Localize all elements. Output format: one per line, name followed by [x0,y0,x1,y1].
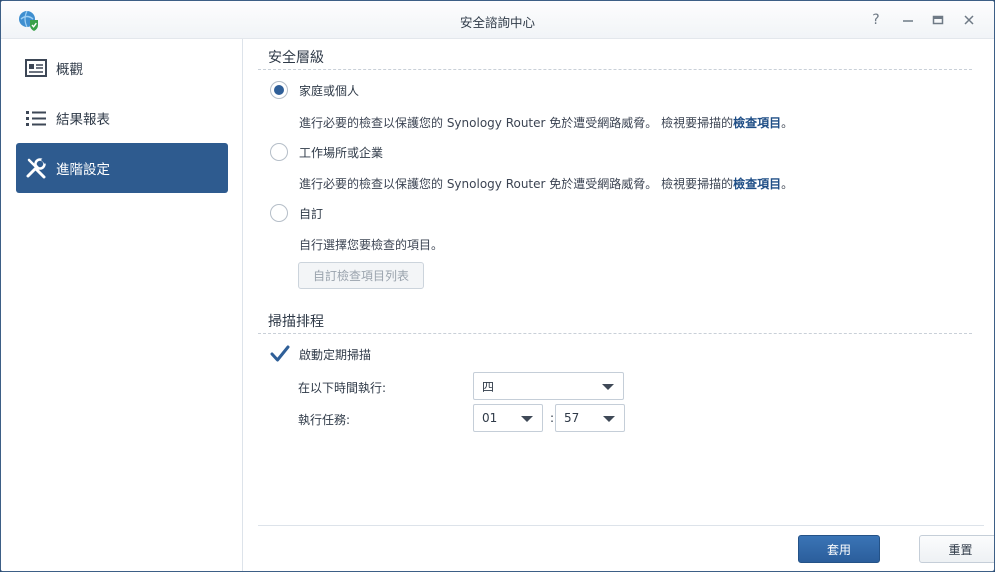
title-bar: 安全諮詢中心 ? [1,1,994,39]
check-items-link[interactable]: 檢查項目 [733,116,781,130]
custom-check-list-button: 自訂檢查項目列表 [298,262,424,289]
chevron-down-icon [603,416,615,422]
window-title: 安全諮詢中心 [459,15,535,30]
run-at-label: 在以下時間執行: [298,381,387,395]
sidebar-item-label: 進階設定 [56,162,110,178]
option-description: 進行必要的檢查以保護您的 Synology Router 免於遭受網路威脅。 檢… [299,114,793,131]
close-icon[interactable] [958,9,980,31]
security-advisor-window: 安全諮詢中心 ? 概觀 結果報表 進階設定 安全層級 家庭或個人 進行必要的檢查… [0,0,995,572]
task-label: 執行任務: [298,413,351,427]
radio-home-personal[interactable]: 家庭或個人 [270,81,359,99]
checkmark-icon[interactable] [270,344,290,364]
radio-custom[interactable]: 自訂 [270,204,323,222]
radio-label: 工作場所或企業 [299,145,384,160]
main-content: 安全層級 家庭或個人 進行必要的檢查以保護您的 Synology Router … [244,39,994,571]
sidebar-item-results[interactable]: 結果報表 [16,93,228,143]
help-icon[interactable]: ? [865,9,887,31]
radio-workplace-business[interactable]: 工作場所或企業 [270,143,383,161]
description-suffix: 。 [781,116,794,130]
radio-button[interactable] [270,204,288,222]
day-select[interactable]: 四 [473,372,624,400]
chevron-down-icon [521,416,533,422]
sidebar: 概觀 結果報表 進階設定 [1,39,243,571]
radio-button[interactable] [270,81,288,99]
apply-button[interactable]: 套用 [798,535,880,563]
sidebar-item-label: 結果報表 [56,112,110,128]
minute-select-value: 57 [564,411,580,425]
check-items-link[interactable]: 檢查項目 [733,177,781,191]
scan-schedule-title: 掃描排程 [268,314,324,330]
divider [258,69,972,70]
sidebar-item-overview[interactable]: 概觀 [16,43,228,93]
description-text: 進行必要的檢查以保護您的 Synology Router 免於遭受網路威脅。 檢… [299,177,734,191]
security-level-title: 安全層級 [268,50,324,66]
description-text: 進行必要的檢查以保護您的 Synology Router 免於遭受網路威脅。 檢… [299,116,734,130]
radio-label: 家庭或個人 [299,83,360,98]
radio-button[interactable] [270,143,288,161]
option-description: 進行必要的檢查以保護您的 Synology Router 免於遭受網路威脅。 檢… [299,175,793,192]
minute-select[interactable]: 57 [555,404,625,432]
description-suffix: 。 [781,177,794,191]
reset-button[interactable]: 重置 [919,535,994,563]
chevron-down-icon [602,384,614,390]
checkbox-label: 啟動定期掃描 [299,347,372,362]
sidebar-item-label: 概觀 [56,62,83,78]
tools-icon [24,156,48,180]
divider [258,333,972,334]
option-description: 自行選擇您要檢查的項目。 [299,238,444,252]
radio-label: 自訂 [299,206,324,221]
hour-select-value: 01 [482,411,498,425]
hour-select[interactable]: 01 [473,404,543,432]
time-separator: : [550,411,555,425]
footer-divider [258,525,984,526]
maximize-icon[interactable] [927,9,949,31]
list-icon [24,106,48,130]
overview-icon [24,56,48,80]
minimize-icon[interactable] [897,9,919,31]
day-select-value: 四 [482,379,495,394]
enable-scheduled-scan[interactable]: 啟動定期掃描 [270,344,371,364]
sidebar-item-advanced-settings[interactable]: 進階設定 [16,143,228,193]
